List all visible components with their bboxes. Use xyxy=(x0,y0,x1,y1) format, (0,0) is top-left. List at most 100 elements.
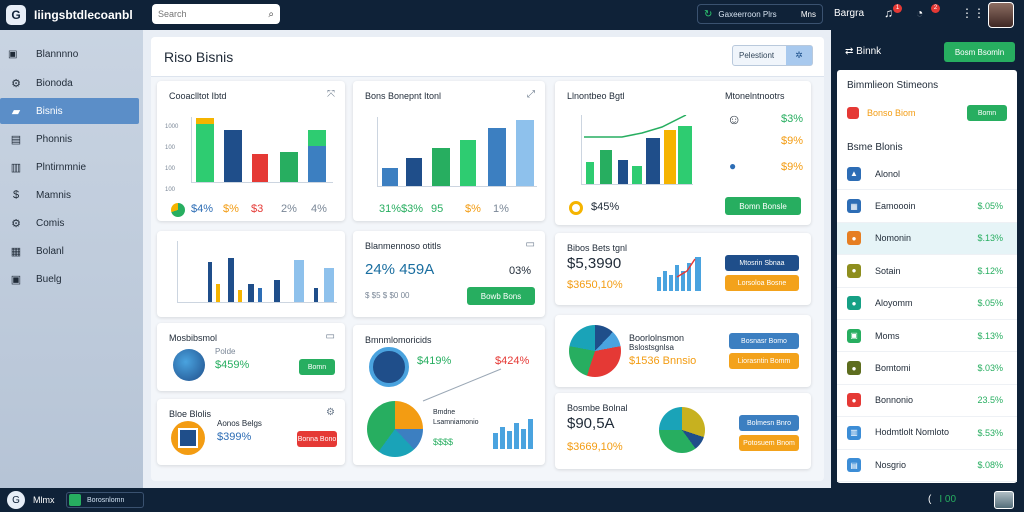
sidebar-item-label: Bolanl xyxy=(36,245,64,257)
search-input[interactable] xyxy=(158,9,258,19)
card-line-bar-chart: Llnontbeo Bgtl Mtonelntnootrs ☺ ● $3% $9… xyxy=(555,81,811,225)
card-action-button[interactable]: Bomn xyxy=(299,359,335,375)
stat-value: $% xyxy=(223,203,239,215)
app-logo[interactable]: G xyxy=(6,5,26,25)
list-item[interactable]: ▥ Hodmtlolt Nomloto $.53% xyxy=(837,417,1017,450)
list-item[interactable]: ● Bomtomi $.03% xyxy=(837,352,1017,385)
expand-icon[interactable]: ⤧ xyxy=(327,89,335,100)
building-shape xyxy=(178,428,198,448)
item-value: $.53% xyxy=(977,427,1003,438)
card-action-button-secondary[interactable]: Lorsoloa Bosne xyxy=(725,275,799,291)
bottom-status: (I 00 xyxy=(928,494,956,505)
card-bar-chart-1: Cooaclltot Ibtd ⤧ 1000 100 100 100 $4% $… xyxy=(157,81,345,221)
chat-icon[interactable]: ◔ xyxy=(916,6,923,20)
stat-value: $45% xyxy=(591,201,620,213)
sidebar-item-4[interactable]: $ Mamnis xyxy=(0,182,143,208)
sidebar-item-2[interactable]: ▤ Phonnis xyxy=(0,126,143,152)
dollar-icon: $ xyxy=(12,189,20,201)
right-panel-button[interactable]: Bosm Bsomln xyxy=(944,42,1015,62)
image-icon[interactable]: ▭ xyxy=(526,239,535,250)
item-icon: ● xyxy=(847,361,861,376)
user-menu-label[interactable]: Bargra xyxy=(834,8,864,19)
list-item[interactable]: ● Aloyomm $.05% xyxy=(837,288,1017,320)
gear-icon[interactable]: ⚙ xyxy=(326,407,335,418)
item-label: Sotain xyxy=(875,265,901,276)
sidebar-item-0[interactable]: ⚙ Bionoda xyxy=(0,70,143,96)
sidebar-header[interactable]: ▣ Blannnno xyxy=(0,40,143,68)
expand-icon[interactable]: ▭ xyxy=(326,331,335,342)
bar-plot-area xyxy=(177,241,337,303)
donut-label-1: Bmdne xyxy=(433,409,456,416)
card-action-button-secondary[interactable]: Liorasntin Bomm xyxy=(729,353,799,369)
card-action-button-primary[interactable]: Bosnasr Bomo xyxy=(729,333,799,349)
list-item[interactable]: ▦ Eamoooin $.05% xyxy=(837,190,1017,223)
y-tick: 100 xyxy=(165,145,176,151)
list-item[interactable]: ▲ Alonol xyxy=(837,158,1017,191)
expand-icon[interactable]: ⤢ xyxy=(527,89,535,100)
donut-label-2: Lsamniamonio xyxy=(433,419,479,426)
sidebar-item-5[interactable]: ⚙ Comis xyxy=(0,210,143,236)
search-icon[interactable]: ⌕ xyxy=(268,9,274,20)
bar xyxy=(516,120,534,186)
list-item[interactable]: ▣ Moms $.13% xyxy=(837,320,1017,353)
header-select-label: Pelestiont xyxy=(739,51,775,60)
card-donut-chart: Bmnmlomoricids $419% $424% Bmdne Lsamnia… xyxy=(353,325,545,465)
card-pie-metric: Boorlolnsmon Bslostsgnlsa $1536 Bnnsio B… xyxy=(555,315,811,387)
summary-row-button[interactable]: Bomn xyxy=(967,105,1007,121)
item-label: Nosgrio xyxy=(875,460,907,471)
apps-grid-icon[interactable]: ⋮⋮ xyxy=(961,6,985,20)
bar xyxy=(238,290,242,302)
sidebar-item-1[interactable]: ▰ Bisnis xyxy=(0,98,139,124)
stat-value: $9% xyxy=(781,161,804,173)
list-icon: ▤ xyxy=(10,133,22,146)
card-title: Bloe Blolis xyxy=(169,409,212,419)
app-logo[interactable]: G xyxy=(7,491,25,509)
revenue-sub: $3650,10% xyxy=(567,279,623,291)
sidebar-header-label: Blannnno xyxy=(36,48,79,60)
sidebar-item-label: Bionoda xyxy=(36,77,73,89)
revenue-value: $5,3990 xyxy=(567,255,622,272)
filter-chip[interactable]: ↻ Gaxeerroon Plrs Mns xyxy=(697,4,823,24)
card-action-button[interactable]: Bowb Bons xyxy=(467,287,535,305)
list-item[interactable]: ● Nomonin $.13% xyxy=(837,222,1017,256)
user-avatar[interactable] xyxy=(994,491,1014,509)
stat-value: 4% xyxy=(311,203,327,215)
list-item[interactable]: ▤ Nosgrio $.08% xyxy=(837,450,1017,482)
main-content: Riso Bisnis Pelestiont ✲ Cooaclltot Ibtd… xyxy=(151,37,824,481)
card-action-button-primary[interactable]: Mtosrin Sbnaa xyxy=(725,255,799,271)
notification-icon[interactable]: ♫ xyxy=(884,6,893,20)
bar-plot-area xyxy=(377,117,537,187)
stat-value: $3 xyxy=(251,203,264,215)
right-panel-title-text: Binnk xyxy=(856,46,882,57)
summary-row: Bonso Biom Bomn xyxy=(847,104,1007,122)
list-item[interactable]: ● Sotain $.12% xyxy=(837,255,1017,288)
settings-icon[interactable]: ✲ xyxy=(786,46,812,65)
bar xyxy=(196,118,214,124)
summary-sub: $ $5 $ $0 00 xyxy=(365,291,410,300)
list-item[interactable]: ● Bonnonio 23.5% xyxy=(837,385,1017,418)
sidebar-item-6[interactable]: ▦ Bolanl xyxy=(0,238,143,264)
card-action-button-secondary[interactable]: Potosuem Bnom xyxy=(739,435,799,451)
calendar-icon: ▦ xyxy=(10,245,22,258)
sidebar-item-3[interactable]: ▥ Plntirnmnie xyxy=(0,154,143,180)
y-tick: 100 xyxy=(165,166,176,172)
item-icon: ● xyxy=(847,231,861,246)
bar-plot-area xyxy=(581,115,693,185)
header-select-button[interactable]: Pelestiont ✲ xyxy=(732,45,813,66)
card-value-pie: Bosmbe Bolnal $90,5A $3669,10% Bolmesn B… xyxy=(555,393,811,469)
settings-icon: ⚙ xyxy=(11,217,21,230)
search-analytics-icon xyxy=(369,347,409,387)
stat-value: 95 xyxy=(431,203,444,215)
item-label: Bonnonio xyxy=(875,395,914,406)
user-avatar[interactable] xyxy=(988,2,1014,28)
connector-line xyxy=(422,368,502,402)
bottom-chip[interactable]: Borosnlomn xyxy=(66,492,144,508)
main-header: Riso Bisnis Pelestiont ✲ xyxy=(151,37,824,77)
card-action-button[interactable]: Bomn Bonsle xyxy=(725,197,801,215)
bottom-chip-label: Borosnlomn xyxy=(87,496,125,504)
summary-row-label: Bonso Biom xyxy=(867,108,916,118)
card-action-button[interactable]: Bonna Bono xyxy=(297,431,337,447)
card-action-button-primary[interactable]: Bolmesn Bnro xyxy=(739,415,799,431)
sidebar-item-7[interactable]: ▣ Buelg xyxy=(0,266,143,292)
search-box[interactable]: ⌕ xyxy=(152,4,280,24)
